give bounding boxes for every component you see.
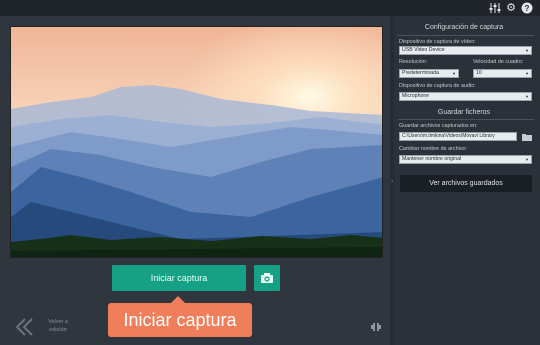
save-folder-label: Guardar archivos capturados en: xyxy=(399,123,478,129)
chevron-down-icon: ▼ xyxy=(525,71,529,76)
resolution-label: Resolución: xyxy=(399,59,428,65)
top-toolbar: ⚙ ? xyxy=(0,0,540,16)
capture-window: ⚙ ? Iniciar captura Iniciar captura Volv… xyxy=(0,0,540,345)
back-label: Volver a edición xyxy=(48,319,68,333)
video-preview xyxy=(10,26,383,258)
save-files-title: Guardar ficheros xyxy=(437,109,491,116)
framerate-label: Velocidad de cuadro: xyxy=(473,59,524,65)
chevron-down-icon: ▼ xyxy=(525,157,529,162)
equalizer-icon[interactable] xyxy=(489,2,501,14)
framerate-select[interactable]: 10 ▼ xyxy=(473,69,532,78)
audio-device-select[interactable]: Microphone ▼ xyxy=(399,92,532,101)
rename-select[interactable]: Mantener nombre original ▼ xyxy=(399,155,532,164)
divider xyxy=(398,35,534,36)
chevron-down-icon: ▼ xyxy=(452,71,456,76)
preview-pane: Iniciar captura Iniciar captura Volver a… xyxy=(0,16,390,345)
start-capture-button[interactable]: Iniciar captura xyxy=(112,265,246,291)
resolution-select[interactable]: Predeterminada ▼ xyxy=(399,69,459,78)
back-to-edit-button[interactable]: Volver a edición xyxy=(14,316,74,338)
video-device-select[interactable]: USB Video Device ▼ xyxy=(399,46,532,55)
video-device-label: Dispositivo de captura de vídeo: xyxy=(399,39,476,45)
audio-device-label: Dispositivo de captura de audio: xyxy=(399,83,476,89)
double-chevron-left-icon xyxy=(15,318,33,336)
divider xyxy=(398,119,534,120)
view-saved-files-button[interactable]: Ver archivos guardados xyxy=(400,175,532,192)
snapshot-button[interactable] xyxy=(254,265,280,291)
chevron-down-icon: ▼ xyxy=(525,48,529,53)
capture-settings-title: Configuración de captura xyxy=(424,24,504,31)
audio-level-icon[interactable] xyxy=(370,321,382,333)
gear-icon[interactable]: ⚙ xyxy=(505,2,517,14)
svg-text:?: ? xyxy=(525,4,530,13)
rename-label: Cambiar nombre de archivo: xyxy=(399,146,468,152)
settings-panel: Configuración de captura Dispositivo de … xyxy=(394,16,540,345)
help-icon[interactable]: ? xyxy=(521,2,533,14)
start-capture-callout: Iniciar captura xyxy=(108,303,252,337)
folder-icon[interactable] xyxy=(522,133,532,141)
save-folder-input[interactable]: C:\Users\m.timkina\Videos\Movavi Library xyxy=(399,132,517,141)
chevron-down-icon: ▼ xyxy=(525,94,529,99)
camera-icon xyxy=(261,273,273,283)
